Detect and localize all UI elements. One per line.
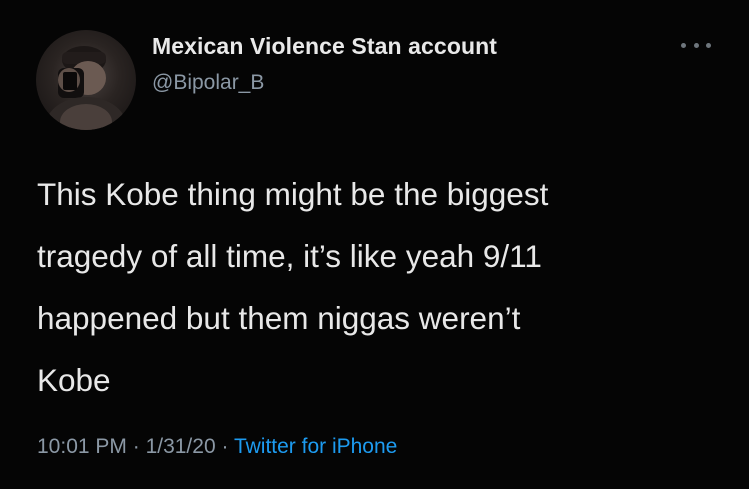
more-dot	[681, 42, 686, 48]
meta-separator: ·	[126, 435, 146, 458]
more-dot	[706, 42, 711, 48]
tweet-source-link[interactable]: Twitter for iPhone	[234, 435, 397, 458]
tweet-date[interactable]: 1/31/20	[146, 435, 216, 458]
meta-separator: ·	[215, 435, 234, 458]
tweet-text-line: This Kobe thing might be the biggest	[37, 176, 549, 212]
user-handle[interactable]: @Bipolar_B	[152, 71, 264, 95]
tweet-card: Mexican Violence Stan account @Bipolar_B…	[0, 0, 749, 489]
tweet-metadata: 10:01 PM · 1/31/20 · Twitter for iPhone	[37, 435, 397, 459]
tweet-text: This Kobe thing might be the biggest tra…	[37, 163, 727, 411]
tweet-text-line: tragedy of all time, it’s like yeah 9/11	[37, 238, 542, 274]
tweet-text-line: happened but them niggas weren’t	[37, 300, 521, 336]
tweet-text-line: Kobe	[37, 362, 111, 398]
tweet-time[interactable]: 10:01 PM	[37, 435, 127, 458]
display-name[interactable]: Mexican Violence Stan account	[152, 33, 497, 60]
more-dot	[693, 42, 699, 48]
more-horizontal-icon[interactable]	[681, 38, 711, 52]
avatar-photo-icon	[46, 46, 126, 130]
avatar[interactable]	[36, 30, 136, 130]
